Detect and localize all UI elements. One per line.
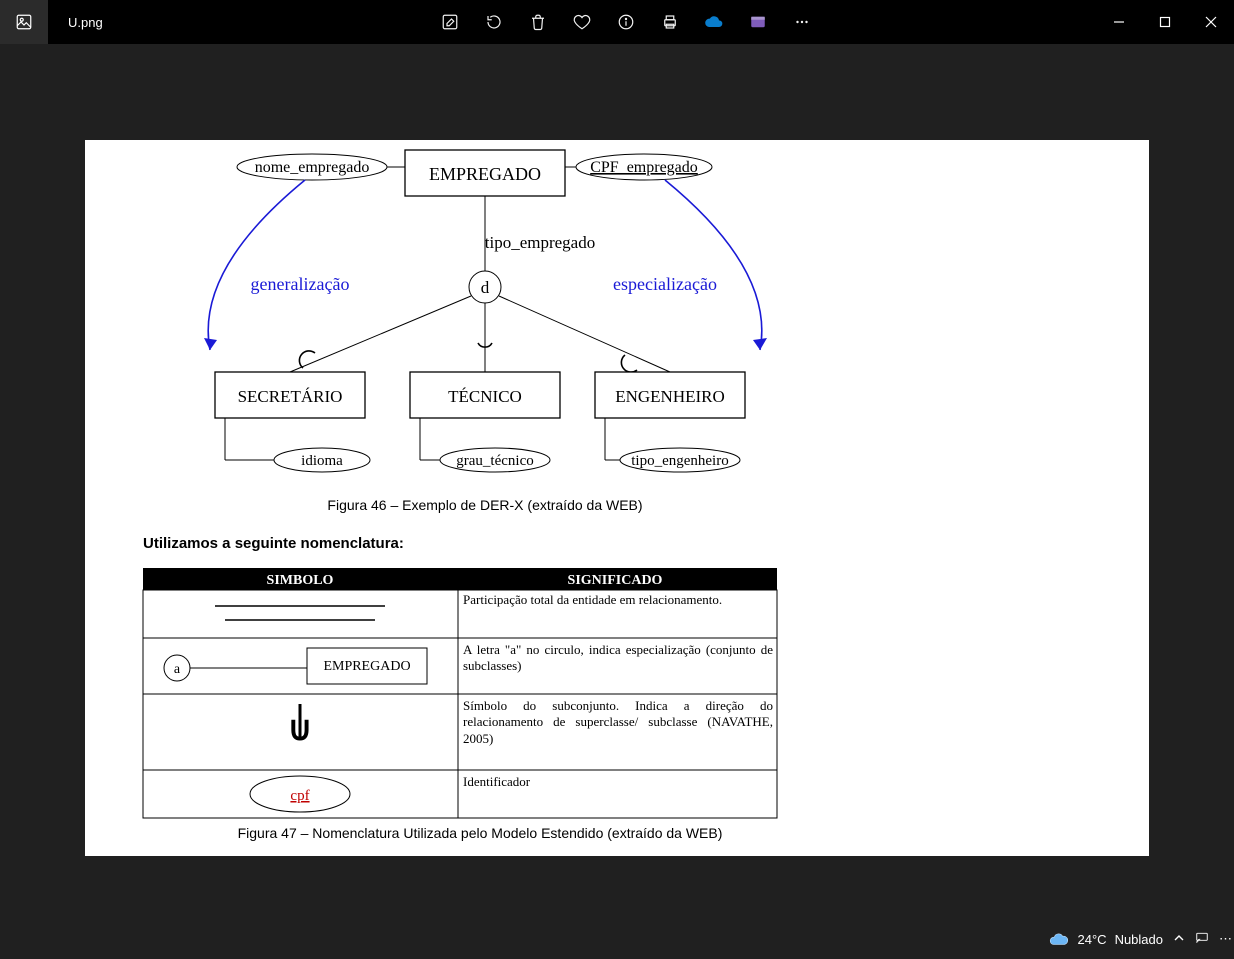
- onedrive-icon[interactable]: [704, 12, 724, 32]
- table-head-significado: SIGNIFICADO: [568, 573, 663, 588]
- delete-icon[interactable]: [528, 12, 548, 32]
- specialization-label: especialização: [613, 274, 717, 294]
- attr-idioma: idioma: [301, 453, 343, 469]
- section-heading: Utilizamos a seguinte nomenclatura:: [143, 535, 404, 552]
- entity-engenheiro: ENGENHEIRO: [615, 387, 725, 406]
- rotate-icon[interactable]: [484, 12, 504, 32]
- entity-secretario: SECRETÁRIO: [238, 387, 343, 406]
- disc-letter: d: [481, 278, 490, 297]
- row3-meaning: Símbolo do subconjunto. Indica a direção…: [463, 698, 773, 747]
- print-icon[interactable]: [660, 12, 680, 32]
- tray-more-icon[interactable]: ⋯: [1219, 931, 1230, 947]
- figure-47-caption: Figura 47 – Nomenclatura Utilizada pelo …: [238, 825, 723, 841]
- tray-cast-icon[interactable]: [1195, 931, 1209, 948]
- weather-temp: 24°C: [1078, 932, 1107, 947]
- attr-nome: nome_empregado: [255, 159, 370, 176]
- entity-empregado: EMPREGADO: [429, 164, 541, 184]
- taskbar: 24°C Nublado ⋯: [0, 919, 1234, 959]
- titlebar: U.png: [0, 0, 1234, 44]
- row2-meaning: A letra "a" no circulo, indica especiali…: [463, 642, 773, 675]
- info-icon[interactable]: [616, 12, 636, 32]
- system-tray: ⋯: [1173, 931, 1230, 948]
- cloud-icon: [1048, 930, 1070, 948]
- weather-widget[interactable]: 24°C Nublado: [1048, 930, 1163, 948]
- tray-chevron-icon[interactable]: [1173, 932, 1185, 947]
- generalization-label: generalização: [251, 274, 350, 294]
- attr-grau: grau_técnico: [456, 453, 533, 469]
- app-icon: [0, 0, 48, 44]
- row1-meaning: Participação total da entidade em relaci…: [463, 592, 773, 608]
- document-page: EMPREGADO nome_empregado CPF_empregado t…: [85, 140, 1149, 856]
- row2-entity: EMPREGADO: [323, 659, 410, 674]
- close-button[interactable]: [1188, 0, 1234, 44]
- er-diagram: EMPREGADO nome_empregado CPF_empregado t…: [85, 140, 1149, 856]
- nomenclature-table: SIMBOLO SIGNIFICADO Participação total d…: [143, 568, 777, 818]
- row4-oval: cpf: [290, 788, 309, 804]
- edit-image-icon[interactable]: [440, 12, 460, 32]
- minimize-button[interactable]: [1096, 0, 1142, 44]
- attr-tipoeng: tipo_engenheiro: [631, 453, 728, 469]
- clipchamp-icon[interactable]: [748, 12, 768, 32]
- row4-meaning: Identificador: [463, 774, 773, 790]
- file-name: U.png: [68, 15, 103, 30]
- discriminator-label: tipo_empregado: [485, 233, 595, 252]
- toolbar: [440, 0, 812, 44]
- attr-cpf: CPF_empregado: [590, 159, 698, 176]
- window-controls: [1096, 0, 1234, 44]
- table-head-simbolo: SIMBOLO: [267, 573, 334, 588]
- more-icon[interactable]: [792, 12, 812, 32]
- figure-46-caption: Figura 46 – Exemplo de DER-X (extraído d…: [327, 497, 642, 513]
- weather-cond: Nublado: [1115, 932, 1163, 947]
- favorite-icon[interactable]: [572, 12, 592, 32]
- row2-letter: a: [174, 662, 181, 677]
- entity-tecnico: TÉCNICO: [448, 387, 522, 406]
- maximize-button[interactable]: [1142, 0, 1188, 44]
